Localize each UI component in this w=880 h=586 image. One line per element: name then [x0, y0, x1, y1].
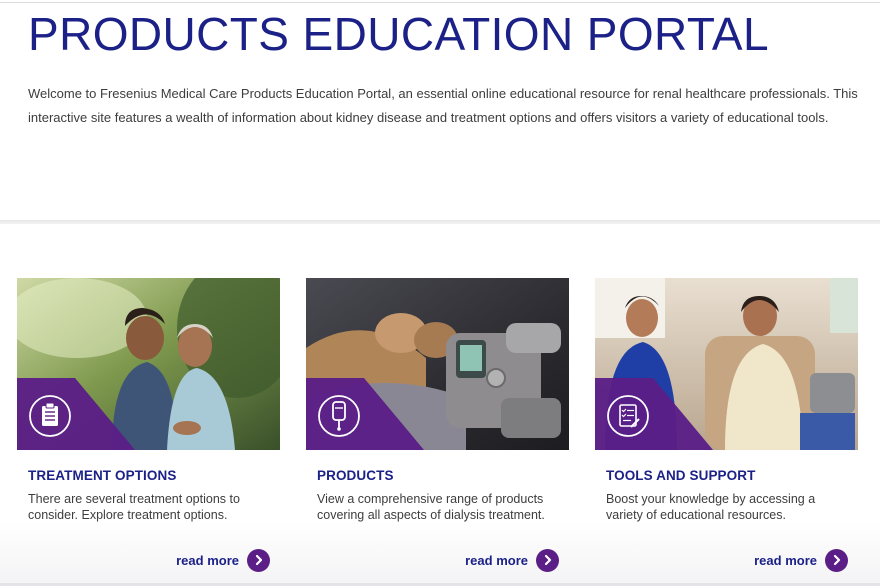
- read-more-link[interactable]: read more: [176, 548, 270, 572]
- card-description: There are several treatment options to c…: [28, 492, 240, 522]
- card-title[interactable]: PRODUCTS: [317, 468, 394, 483]
- treatment-options-photo[interactable]: [17, 278, 280, 450]
- card-description: View a comprehensive range of products c…: [317, 492, 545, 522]
- read-more-label: read more: [176, 552, 239, 568]
- tools-and-support-photo[interactable]: [595, 278, 858, 450]
- card-tools-and-support: TOOLS AND SUPPORT Boost your knowledge b…: [595, 278, 858, 572]
- card-products: PRODUCTS View a comprehensive range of p…: [306, 278, 569, 572]
- read-more-label: read more: [754, 552, 817, 568]
- read-more-link[interactable]: read more: [754, 548, 848, 572]
- card-title[interactable]: TREATMENT OPTIONS: [28, 468, 176, 483]
- top-divider: [0, 2, 880, 3]
- chevron-right-icon[interactable]: [825, 548, 848, 572]
- card-treatment-options: TREATMENT OPTIONS There are several trea…: [17, 278, 280, 572]
- chevron-right-icon[interactable]: [247, 548, 270, 572]
- intro-paragraph: Welcome to Fresenius Medical Care Produc…: [28, 86, 858, 125]
- products-badge: [306, 378, 424, 450]
- products-photo[interactable]: [306, 278, 569, 450]
- card-title[interactable]: TOOLS AND SUPPORT: [606, 468, 755, 483]
- treatment-options-badge: [17, 378, 135, 450]
- card-description: Boost your knowledge by accessing a vari…: [606, 492, 816, 522]
- tools-and-support-badge: [595, 378, 713, 450]
- page-title: PRODUCTS EDUCATION PORTAL: [28, 8, 769, 60]
- read-more-link[interactable]: read more: [465, 548, 559, 572]
- read-more-label: read more: [465, 552, 528, 568]
- clipboard-icon: [42, 402, 58, 426]
- chevron-right-icon[interactable]: [536, 548, 559, 572]
